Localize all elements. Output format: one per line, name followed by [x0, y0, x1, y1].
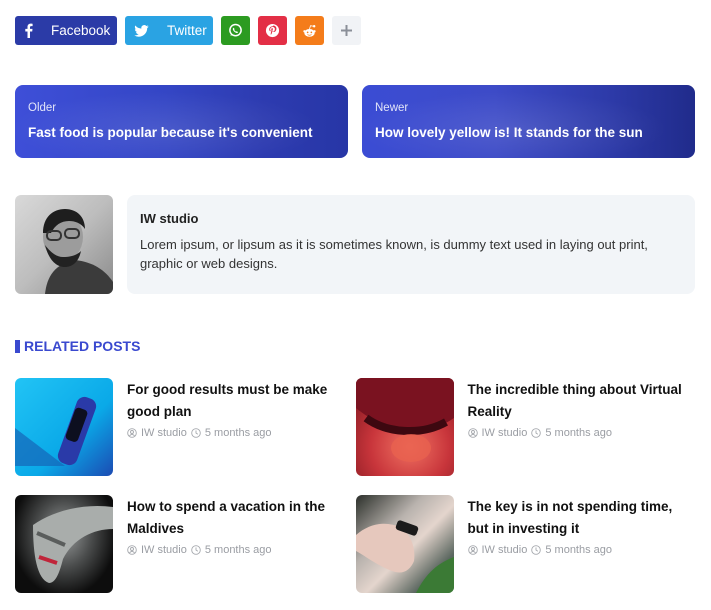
- heading-accent-bar: [15, 339, 20, 353]
- post-thumbnail[interactable]: [355, 495, 454, 593]
- post-time: 5 months ago: [545, 544, 613, 556]
- related-posts-heading: RELATED POSTS: [15, 338, 140, 354]
- author-name[interactable]: IW studio: [140, 211, 682, 226]
- whatsapp-icon: [228, 23, 244, 39]
- post-author[interactable]: IW studio: [482, 427, 528, 439]
- clock-icon: [531, 545, 542, 555]
- twitter-icon: [134, 23, 149, 39]
- author-avatar[interactable]: [15, 195, 113, 294]
- vr-headset-image-icon: [355, 378, 454, 462]
- author-photo-icon: [43, 209, 113, 294]
- share-bar: Facebook Twitter: [15, 16, 361, 45]
- post-title[interactable]: For good results must be make good plan: [127, 379, 355, 423]
- related-posts-label: RELATED POSTS: [24, 338, 141, 354]
- post-thumbnail[interactable]: [15, 378, 113, 476]
- whatsapp-share-button[interactable]: [221, 16, 250, 45]
- facebook-icon: [24, 23, 33, 39]
- post-meta: IW studio 5 months ago: [467, 427, 696, 439]
- related-post[interactable]: The incredible thing about Virtual Reali…: [355, 378, 696, 476]
- more-share-button[interactable]: [332, 16, 361, 45]
- pinterest-share-button[interactable]: [258, 16, 287, 45]
- post-meta: IW studio 5 months ago: [467, 544, 696, 556]
- post-time: 5 months ago: [545, 427, 613, 439]
- post-thumbnail[interactable]: [15, 495, 113, 593]
- post-title[interactable]: The key is in not spending time, but in …: [468, 496, 696, 540]
- related-post[interactable]: The key is in not spending time, but in …: [355, 495, 696, 593]
- user-icon: [467, 428, 478, 438]
- hands-image-icon: [355, 520, 454, 593]
- newer-post-link[interactable]: Newer How lovely yellow is! It stands fo…: [362, 85, 695, 158]
- post-author[interactable]: IW studio: [141, 427, 187, 439]
- smartwatch-image-icon: [15, 396, 97, 466]
- author-box: IW studio Lorem ipsum, or lipsum as it i…: [15, 195, 695, 294]
- car-image-icon: [33, 505, 113, 583]
- author-bio: Lorem ipsum, or lipsum as it is sometime…: [140, 237, 648, 271]
- reddit-icon: [302, 23, 318, 39]
- post-time: 5 months ago: [204, 427, 272, 439]
- twitter-label: Twitter: [167, 23, 207, 38]
- post-meta: IW studio 5 months ago: [127, 427, 355, 439]
- facebook-share-button[interactable]: Facebook: [15, 16, 117, 45]
- post-meta: IW studio 5 months ago: [127, 544, 355, 556]
- related-posts-grid: For good results must be make good plan …: [15, 378, 695, 593]
- clock-icon: [191, 428, 201, 438]
- twitter-share-button[interactable]: Twitter: [125, 16, 213, 45]
- reddit-share-button[interactable]: [295, 16, 324, 45]
- post-author[interactable]: IW studio: [141, 544, 187, 556]
- newer-label: Newer: [375, 102, 409, 114]
- newer-post-title: How lovely yellow is! It stands for the …: [375, 125, 643, 140]
- older-post-title: Fast food is popular because it's conven…: [28, 125, 313, 140]
- user-icon: [127, 545, 137, 555]
- user-icon: [127, 428, 137, 438]
- clock-icon: [531, 428, 542, 438]
- pinterest-icon: [265, 23, 281, 39]
- clock-icon: [191, 545, 201, 555]
- related-post[interactable]: How to spend a vacation in the Maldives …: [15, 495, 355, 593]
- facebook-label: Facebook: [51, 23, 111, 38]
- post-author[interactable]: IW studio: [482, 544, 528, 556]
- older-label: Older: [28, 102, 57, 114]
- post-title[interactable]: The incredible thing about Virtual Reali…: [468, 379, 696, 423]
- older-post-link[interactable]: Older Fast food is popular because it's …: [15, 85, 348, 158]
- post-thumbnail[interactable]: [355, 378, 454, 476]
- post-title[interactable]: How to spend a vacation in the Maldives: [127, 496, 355, 540]
- post-navigation: Older Fast food is popular because it's …: [15, 85, 695, 158]
- post-time: 5 months ago: [204, 544, 272, 556]
- plus-icon: [339, 23, 355, 39]
- user-icon: [467, 545, 478, 555]
- related-post[interactable]: For good results must be make good plan …: [15, 378, 355, 476]
